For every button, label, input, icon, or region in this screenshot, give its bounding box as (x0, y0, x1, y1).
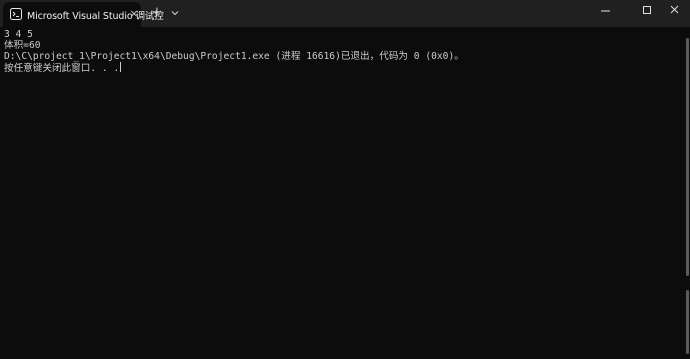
chevron-down-icon[interactable] (169, 6, 181, 20)
console-line: 体积=60 (4, 40, 41, 51)
minimize-icon[interactable] (591, 0, 621, 22)
text-cursor (120, 62, 122, 72)
tab-title: Microsoft Visual Studio 调试控 (27, 11, 164, 22)
title-bar: Microsoft Visual Studio 调试控 × + (0, 0, 690, 27)
scrollbar-thumb[interactable] (686, 38, 689, 276)
new-tab-button[interactable]: + (150, 4, 164, 22)
console-line: 按任意键关闭此窗口. . . (4, 63, 120, 74)
close-tab-button[interactable]: × (128, 7, 140, 21)
console-output[interactable]: 3 4 5 体积=60 D:\C\project_1\Project1\x64\… (0, 27, 684, 359)
console-line: 3 4 5 (4, 29, 33, 40)
terminal-icon (10, 8, 22, 20)
scrollbar-thumb[interactable] (686, 290, 689, 354)
console-line: D:\C\project_1\Project1\x64\Debug\Projec… (4, 51, 464, 62)
maximize-icon[interactable] (632, 0, 662, 22)
tab-visual-studio-debug-console[interactable]: Microsoft Visual Studio 调试控 × (3, 2, 164, 27)
terminal-window: Microsoft Visual Studio 调试控 × + 3 4 5 体积… (0, 0, 690, 359)
close-icon[interactable] (660, 0, 690, 22)
console-prompt-line: 按任意键关闭此窗口. . . (4, 62, 122, 74)
